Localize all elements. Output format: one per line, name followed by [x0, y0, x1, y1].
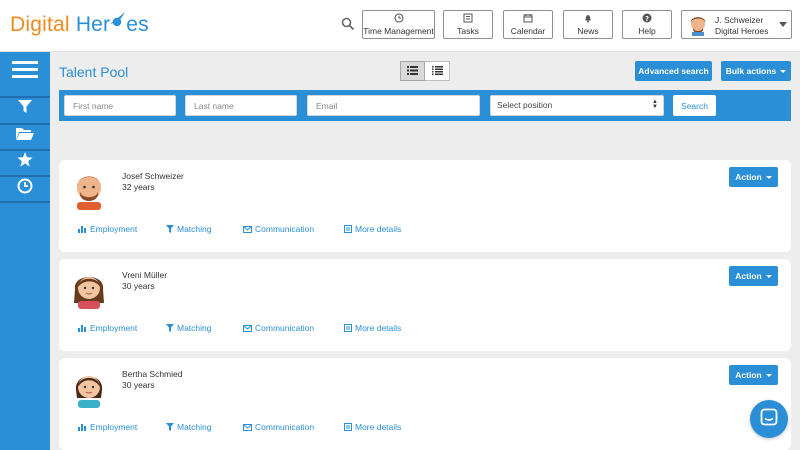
email-input[interactable] — [307, 95, 480, 116]
avatar — [69, 267, 109, 314]
document-icon — [344, 324, 352, 332]
sidebar-divider — [0, 201, 50, 203]
action-button[interactable]: Action — [729, 167, 778, 187]
envelope-icon — [243, 225, 252, 233]
document-icon — [344, 225, 352, 233]
employment-link[interactable]: Employment — [78, 323, 137, 333]
nav-help-button[interactable]: ? Help — [622, 10, 672, 39]
more-details-link[interactable]: More details — [344, 323, 401, 333]
matching-link[interactable]: Matching — [166, 224, 212, 234]
filter-icon — [18, 99, 32, 119]
clock-icon — [363, 13, 434, 25]
star-icon — [17, 152, 33, 172]
employment-link[interactable]: Employment — [78, 224, 137, 234]
caret-down-icon — [765, 373, 772, 377]
avatar — [69, 168, 109, 215]
filter-icon — [166, 423, 174, 431]
candidate-name[interactable]: Bertha Schmied — [122, 369, 182, 379]
communication-link[interactable]: Communication — [243, 224, 314, 234]
matching-link[interactable]: Matching — [166, 422, 212, 432]
nav-calendar-button[interactable]: Calendar — [503, 10, 553, 39]
candidate-card: Vreni Müller 30 years Action Employment … — [59, 259, 791, 351]
candidate-card: Josef Schweizer 32 years Action Employme… — [59, 160, 791, 252]
help-icon: ? — [623, 13, 671, 25]
filter-bar: Select position ▲▼ Search — [59, 90, 791, 121]
view-toggle — [400, 61, 450, 81]
sidebar-item-history[interactable] — [0, 177, 50, 199]
bell-icon — [564, 13, 612, 25]
svg-text:?: ? — [645, 15, 649, 23]
last-name-input[interactable] — [185, 95, 297, 116]
calendar-icon — [504, 13, 552, 25]
caret-down-icon — [765, 274, 772, 278]
candidate-age: 30 years — [122, 281, 155, 291]
bar-chart-icon — [78, 325, 86, 332]
bar-chart-icon — [78, 226, 86, 233]
brand-logo[interactable]: Digital Her es — [10, 12, 149, 37]
nav-tasks-button[interactable]: Tasks — [443, 10, 493, 39]
avatar — [69, 366, 109, 413]
filter-icon — [166, 225, 174, 233]
page-title: Talent Pool — [59, 64, 129, 80]
chat-launcher-button[interactable] — [750, 400, 788, 438]
matching-link[interactable]: Matching — [166, 323, 212, 333]
user-menu[interactable]: J. Schweizer Digital Heroes — [681, 10, 792, 39]
sidebar-item-folder[interactable] — [0, 125, 50, 147]
candidate-age: 32 years — [122, 182, 155, 192]
sidebar — [0, 52, 50, 450]
candidate-age: 30 years — [122, 380, 155, 390]
communication-link[interactable]: Communication — [243, 323, 314, 333]
envelope-icon — [243, 423, 252, 431]
caret-down-icon — [780, 69, 787, 73]
bulk-actions-button[interactable]: Bulk actions — [721, 61, 791, 81]
position-select[interactable]: Select position ▲ ▼ — [490, 95, 664, 116]
sidebar-item-favorites[interactable] — [0, 151, 50, 173]
list-thick-icon — [407, 62, 418, 80]
action-button[interactable]: Action — [729, 266, 778, 286]
select-arrows-icon: ▲ ▼ — [652, 99, 658, 110]
more-details-link[interactable]: More details — [344, 224, 401, 234]
nav-news-button[interactable]: News — [563, 10, 613, 39]
candidate-name[interactable]: Josef Schweizer — [122, 171, 184, 181]
search-icon[interactable] — [341, 17, 355, 31]
tasks-icon — [444, 13, 492, 25]
sidebar-item-filter[interactable] — [0, 98, 50, 120]
advanced-search-button[interactable]: Advanced search — [635, 61, 712, 81]
communication-link[interactable]: Communication — [243, 422, 314, 432]
envelope-icon — [243, 324, 252, 332]
candidate-card: Bertha Schmied 30 years Action Employmen… — [59, 358, 791, 450]
action-button[interactable]: Action — [729, 365, 778, 385]
employment-link[interactable]: Employment — [78, 422, 137, 432]
more-details-link[interactable]: More details — [344, 422, 401, 432]
list-view-button[interactable] — [425, 61, 450, 81]
chevron-down-icon — [779, 22, 787, 27]
bar-chart-icon — [78, 424, 86, 431]
top-bar: Digital Her es Time Management Tasks Cale… — [0, 0, 800, 52]
comet-icon — [110, 12, 126, 32]
filter-icon — [166, 324, 174, 332]
first-name-input[interactable] — [64, 95, 176, 116]
hamburger-icon — [12, 60, 38, 83]
grid-view-button[interactable] — [400, 61, 425, 81]
candidate-name[interactable]: Vreni Müller — [122, 270, 167, 280]
nav-time-management-button[interactable]: Time Management — [362, 10, 435, 39]
chat-icon — [760, 408, 778, 431]
clock-icon — [17, 178, 33, 199]
folder-open-icon — [16, 127, 34, 146]
menu-button[interactable] — [0, 52, 50, 90]
search-button[interactable]: Search — [673, 95, 716, 116]
list-icon — [431, 62, 443, 80]
document-icon — [344, 423, 352, 431]
caret-down-icon — [765, 175, 772, 179]
avatar — [686, 14, 710, 41]
